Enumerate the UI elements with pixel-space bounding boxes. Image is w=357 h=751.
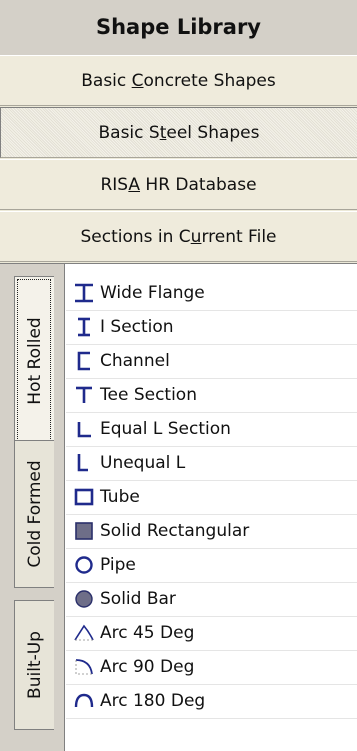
tab-cold-formed[interactable]: Cold Formed bbox=[14, 440, 54, 588]
shape-label: Arc 45 Deg bbox=[100, 623, 195, 643]
pipe-icon bbox=[72, 553, 96, 577]
shape-label: Tube bbox=[100, 487, 140, 507]
risa-hr-database-button[interactable]: RISA HR Database bbox=[0, 159, 357, 210]
list-item[interactable]: Arc 45 Deg bbox=[66, 616, 357, 651]
wide-flange-icon bbox=[72, 281, 96, 305]
tab-label: Cold Formed bbox=[24, 460, 45, 568]
shape-label: Tee Section bbox=[100, 385, 197, 405]
list-item[interactable]: Channel bbox=[66, 344, 357, 379]
list-item[interactable]: Wide Flange bbox=[66, 276, 357, 311]
shape-label: Solid Rectangular bbox=[100, 521, 250, 541]
shape-label: Equal L Section bbox=[100, 419, 231, 439]
list-item[interactable]: Tee Section bbox=[66, 378, 357, 413]
button-label-post: HR Database bbox=[140, 175, 257, 195]
list-item[interactable]: Tube bbox=[66, 480, 357, 515]
button-label-pre: Sections in C bbox=[80, 227, 191, 247]
button-label-pre: Basic bbox=[81, 71, 132, 91]
list-item[interactable]: Solid Rectangular bbox=[66, 514, 357, 549]
list-item[interactable]: I Section bbox=[66, 310, 357, 345]
button-label-post: eel Shapes bbox=[166, 123, 260, 143]
shape-label: Arc 90 Deg bbox=[100, 657, 195, 677]
sections-in-current-file-button[interactable]: Sections in Current File bbox=[0, 211, 357, 262]
shape-label: Channel bbox=[100, 351, 170, 371]
list-item[interactable]: Arc 90 Deg bbox=[66, 650, 357, 685]
tab-hot-rolled[interactable]: Hot Rolled bbox=[14, 276, 54, 446]
panel-title: Shape Library bbox=[0, 0, 357, 56]
arc-90-icon bbox=[72, 655, 96, 679]
unequal-angle-icon bbox=[72, 451, 96, 475]
shape-label: Arc 180 Deg bbox=[100, 691, 206, 711]
shape-list: Wide Flange I Section Channel Tee Sectio… bbox=[66, 264, 357, 751]
equal-angle-icon bbox=[72, 417, 96, 441]
arc-180-icon bbox=[72, 689, 96, 713]
button-label-accel: u bbox=[190, 227, 202, 247]
list-item[interactable]: Unequal L bbox=[66, 446, 357, 481]
list-item[interactable]: Pipe bbox=[66, 548, 357, 583]
tab-built-up[interactable]: Built-Up bbox=[14, 600, 54, 730]
tee-icon bbox=[72, 383, 96, 407]
shape-label: Pipe bbox=[100, 555, 136, 575]
button-label-post: rrent File bbox=[201, 227, 277, 247]
channel-icon bbox=[72, 349, 96, 373]
shape-label: I Section bbox=[100, 317, 174, 337]
list-item[interactable]: Equal L Section bbox=[66, 412, 357, 447]
shape-label: Unequal L bbox=[100, 453, 186, 473]
button-label-accel: A bbox=[128, 175, 141, 195]
tube-icon bbox=[72, 485, 96, 509]
shape-browser: Hot Rolled Cold Formed Built-Up Wide Fla… bbox=[0, 263, 357, 751]
shape-label: Wide Flange bbox=[100, 283, 205, 303]
button-label-pre: RIS bbox=[100, 175, 129, 195]
basic-concrete-shapes-button[interactable]: Basic Concrete Shapes bbox=[0, 55, 357, 106]
category-tab-strip: Hot Rolled Cold Formed Built-Up bbox=[0, 264, 65, 751]
list-item[interactable]: Solid Bar bbox=[66, 582, 357, 617]
button-label-pre: Basic S bbox=[98, 123, 160, 143]
button-label-accel: C bbox=[131, 71, 144, 91]
solid-rect-icon bbox=[72, 519, 96, 543]
button-label-post: oncrete Shapes bbox=[143, 71, 276, 91]
shape-library-panel: Shape Library Basic Concrete Shapes Basi… bbox=[0, 0, 357, 751]
list-item[interactable]: Arc 180 Deg bbox=[66, 684, 357, 719]
tab-label: Built-Up bbox=[24, 631, 45, 699]
arc-45-icon bbox=[72, 621, 96, 645]
i-section-icon bbox=[72, 315, 96, 339]
basic-steel-shapes-button[interactable]: Basic Steel Shapes bbox=[0, 107, 357, 158]
solid-bar-icon bbox=[72, 587, 96, 611]
tab-label: Hot Rolled bbox=[24, 317, 45, 405]
shape-label: Solid Bar bbox=[100, 589, 176, 609]
